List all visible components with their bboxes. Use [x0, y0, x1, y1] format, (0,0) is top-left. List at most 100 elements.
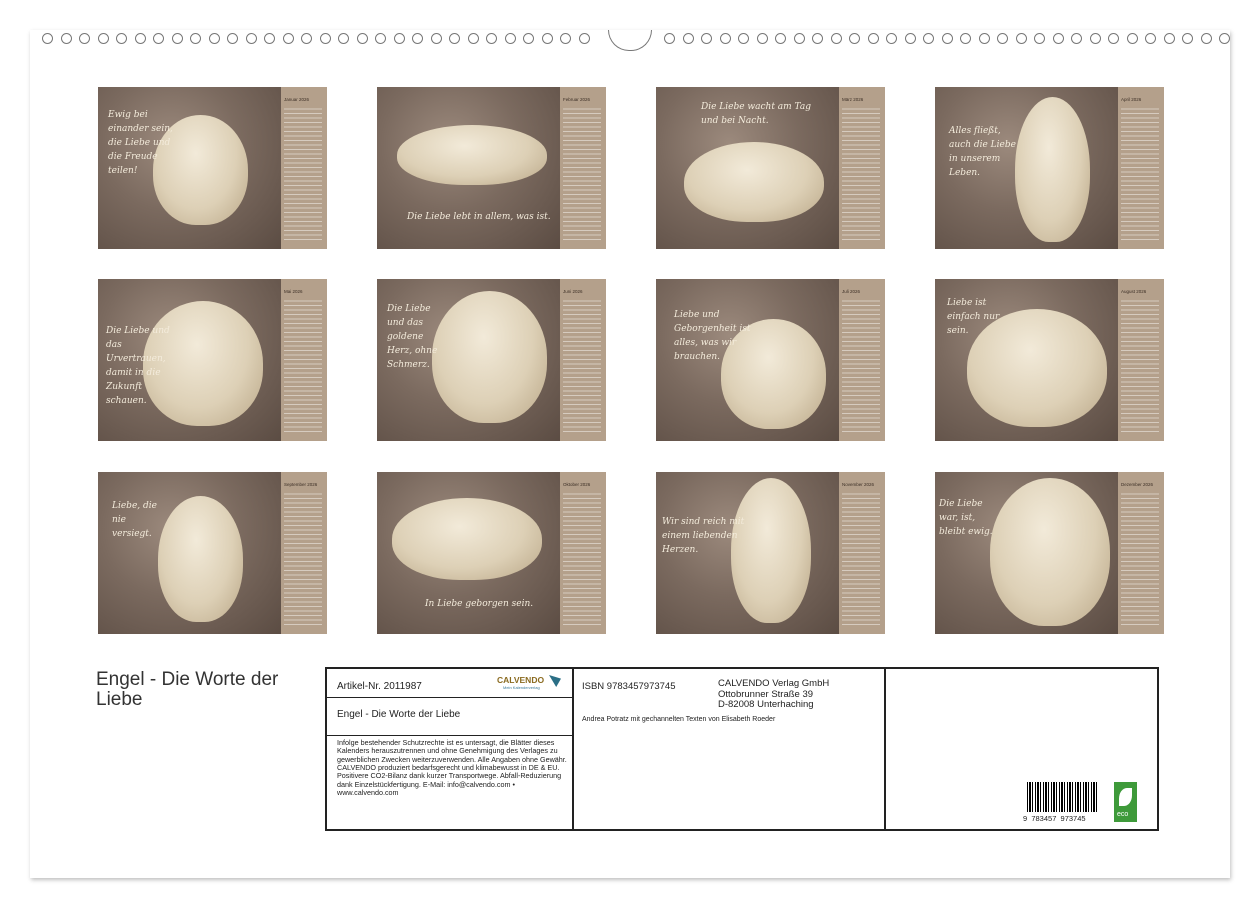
month-name: November 2026 — [842, 482, 875, 487]
month-page-thumbnail: Die Liebe lebt in allem, was ist. Februar… — [377, 87, 606, 249]
binding-ring — [1052, 33, 1064, 44]
angel-photo: Alles fließt, auch die Liebe in unserem … — [935, 87, 1118, 249]
month-page-thumbnail: Ewig bei einander sein, die Liebe und di… — [98, 87, 327, 249]
calendar-strip: Januar 2026 — [281, 87, 327, 249]
binding-ring — [190, 33, 201, 44]
binding-ring — [1200, 33, 1212, 44]
binding-ring — [941, 33, 953, 44]
calendar-strip: April 2026 — [1118, 87, 1164, 249]
binding-ring — [560, 33, 571, 44]
day-lines — [284, 105, 322, 243]
month-quote: Die Liebe und das goldene Herz, ohne Sch… — [387, 304, 438, 370]
binding-ring — [1126, 33, 1138, 44]
binding-ring — [682, 33, 694, 44]
day-lines — [1121, 297, 1159, 435]
month-quote: Liebe, die nie versiegt. — [112, 501, 157, 539]
binding-ring — [1108, 33, 1119, 44]
info-column-publisher: ISBN 9783457973745 CALVENDO Verlag GmbH … — [572, 669, 886, 829]
publisher-address: CALVENDO Verlag GmbH Ottobrunner Straße … — [718, 678, 830, 711]
angel-photo: Die Liebe lebt in allem, was ist. — [377, 87, 560, 249]
month-page-thumbnail: In Liebe geborgen sein. Oktober 2026 — [377, 472, 606, 634]
month-name: Februar 2026 — [563, 97, 591, 102]
day-lines — [842, 297, 880, 435]
binding-ring — [756, 33, 768, 44]
day-lines — [563, 297, 601, 435]
calendar-strip: März 2026 — [839, 87, 885, 249]
month-quote: In Liebe geborgen sein. — [425, 599, 534, 609]
day-lines — [563, 490, 601, 628]
month-quote: Die Liebe wacht am Tag und bei Nacht. — [701, 102, 811, 126]
binding-ring — [356, 33, 368, 44]
calendar-strip: Juli 2026 — [839, 279, 885, 441]
binding-ring — [449, 33, 460, 44]
calendar-strip: November 2026 — [839, 472, 885, 634]
month-page-thumbnail: Wir sind reich mit einem liebenden Herze… — [656, 472, 885, 634]
binding-ring — [812, 33, 823, 44]
month-name: Mai 2026 — [284, 289, 303, 294]
month-quote: Die Liebe war, ist, bleibt ewig. — [939, 499, 993, 537]
binding-ring — [319, 33, 331, 44]
binding-ring — [97, 33, 109, 44]
angel-photo: Die Liebe war, ist, bleibt ewig. — [935, 472, 1118, 634]
month-quote: Die Liebe lebt in allem, was ist. — [407, 212, 551, 222]
angel-figure — [990, 478, 1110, 626]
calendar-strip: August 2026 — [1118, 279, 1164, 441]
binding-ring — [467, 33, 479, 44]
angel-figure — [158, 496, 243, 622]
month-name: Dezember 2026 — [1121, 482, 1154, 487]
binding-ring — [301, 33, 312, 44]
binding-ring — [116, 33, 127, 44]
binding-ring — [523, 33, 534, 44]
calendar-strip: Mai 2026 — [281, 279, 327, 441]
month-quote: Die Liebe und das Urvertrauen, damit in … — [106, 326, 170, 406]
angel-photo: In Liebe geborgen sein. — [377, 472, 560, 634]
month-page-thumbnail: Die Liebe wacht am Tag und bei Nacht. Mär… — [656, 87, 885, 249]
month-name: Oktober 2026 — [563, 482, 591, 487]
month-name: März 2026 — [842, 97, 864, 102]
month-name: August 2026 — [1121, 289, 1147, 294]
binding-ring — [923, 33, 934, 44]
leaf-icon — [1119, 788, 1132, 806]
binding-ring — [134, 33, 146, 44]
article-number: Artikel-Nr. 2011987 — [337, 681, 422, 692]
angel-photo: Liebe ist einfach nur sein. — [935, 279, 1118, 441]
binding-ring — [1071, 33, 1082, 44]
binding-ring — [504, 33, 516, 44]
angel-figure — [392, 498, 542, 580]
day-lines — [1121, 105, 1159, 243]
binding-ring — [208, 33, 220, 44]
binding-ring — [171, 33, 183, 44]
eco-label: eco — [1117, 811, 1129, 818]
day-lines — [842, 490, 880, 628]
info-box: Artikel-Nr. 2011987 CALVENDO Mein Kalend… — [325, 667, 1159, 831]
month-name: April 2026 — [1121, 97, 1142, 102]
binding-ring — [1015, 33, 1027, 44]
calendar-strip: Februar 2026 — [560, 87, 606, 249]
calendar-strip: September 2026 — [281, 472, 327, 634]
binding-ring — [738, 33, 749, 44]
angel-photo: Liebe und Geborgenheit ist alles, was wi… — [656, 279, 839, 441]
angel-photo: Die Liebe wacht am Tag und bei Nacht. — [656, 87, 839, 249]
calendar-strip: Dezember 2026 — [1118, 472, 1164, 634]
binding-ring — [245, 33, 257, 44]
binding-ring — [793, 33, 805, 44]
month-name: Januar 2026 — [284, 97, 310, 102]
binding-ring — [60, 33, 72, 44]
binding-ring — [775, 33, 786, 44]
calvendo-logo-icon — [549, 675, 561, 687]
binding-ring — [79, 33, 90, 44]
calendar-title: Engel - Die Worte der Liebe — [96, 669, 279, 710]
angel-photo: Wir sind reich mit einem liebenden Herze… — [656, 472, 839, 634]
binding-ring — [264, 33, 275, 44]
binding-ring — [153, 33, 164, 44]
binding-ring — [997, 33, 1008, 44]
day-lines — [1121, 490, 1159, 628]
info-column-article: Artikel-Nr. 2011987 CALVENDO Mein Kalend… — [327, 669, 574, 829]
binding-ring — [701, 33, 712, 44]
angel-photo: Die Liebe und das goldene Herz, ohne Sch… — [377, 279, 560, 441]
angel-photo: Ewig bei einander sein, die Liebe und di… — [98, 87, 281, 249]
isbn: ISBN 9783457973745 — [582, 681, 676, 692]
month-page-thumbnail: Liebe und Geborgenheit ist alles, was wi… — [656, 279, 885, 441]
binding-ring — [1182, 33, 1193, 44]
binding-ring — [412, 33, 423, 44]
